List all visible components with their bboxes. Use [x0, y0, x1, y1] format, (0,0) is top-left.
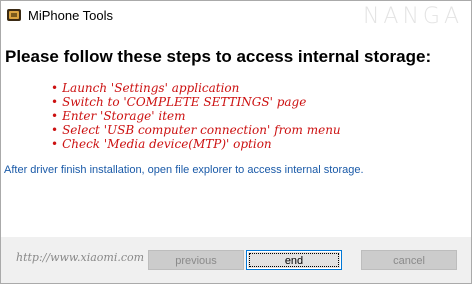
previous-button[interactable]: previous: [148, 250, 244, 270]
window-title: MiPhone Tools: [28, 8, 114, 23]
cancel-button[interactable]: cancel: [361, 250, 457, 270]
main-content: Please follow these steps to access inte…: [1, 32, 471, 237]
bullet-icon: •: [51, 95, 59, 109]
list-item: • Switch to 'COMPLETE SETTINGS' page: [51, 95, 341, 109]
end-button[interactable]: end: [246, 250, 342, 270]
brand-watermark: NANGA: [362, 4, 463, 29]
step-text: Switch to 'COMPLETE SETTINGS' page: [62, 95, 307, 109]
bullet-icon: •: [51, 81, 59, 95]
bullet-icon: •: [51, 109, 59, 123]
list-item: • Check 'Media device(MTP)' option: [51, 137, 341, 151]
app-icon: [7, 9, 21, 21]
steps-list: • Launch 'Settings' application • Switch t…: [51, 81, 341, 151]
title-bar[interactable]: MiPhone Tools NANGA: [1, 1, 471, 32]
info-text: After driver finish installation, open f…: [4, 164, 364, 176]
step-text: Select 'USB computer connection' from me…: [62, 123, 341, 137]
page-heading: Please follow these steps to access inte…: [5, 47, 432, 66]
list-item: • Enter 'Storage' item: [51, 109, 341, 123]
footer-bar: http://www.xiaomi.com previous end cance…: [1, 237, 471, 283]
bullet-icon: •: [51, 137, 59, 151]
bullet-icon: •: [51, 123, 59, 137]
list-item: • Select 'USB computer connection' from m…: [51, 123, 341, 137]
list-item: • Launch 'Settings' application: [51, 81, 341, 95]
app-window: MiPhone Tools NANGA Please follow these …: [0, 0, 472, 284]
step-text: Enter 'Storage' item: [62, 109, 186, 123]
website-link[interactable]: http://www.xiaomi.com: [16, 251, 144, 264]
step-text: Check 'Media device(MTP)' option: [62, 137, 272, 151]
step-text: Launch 'Settings' application: [62, 81, 240, 95]
